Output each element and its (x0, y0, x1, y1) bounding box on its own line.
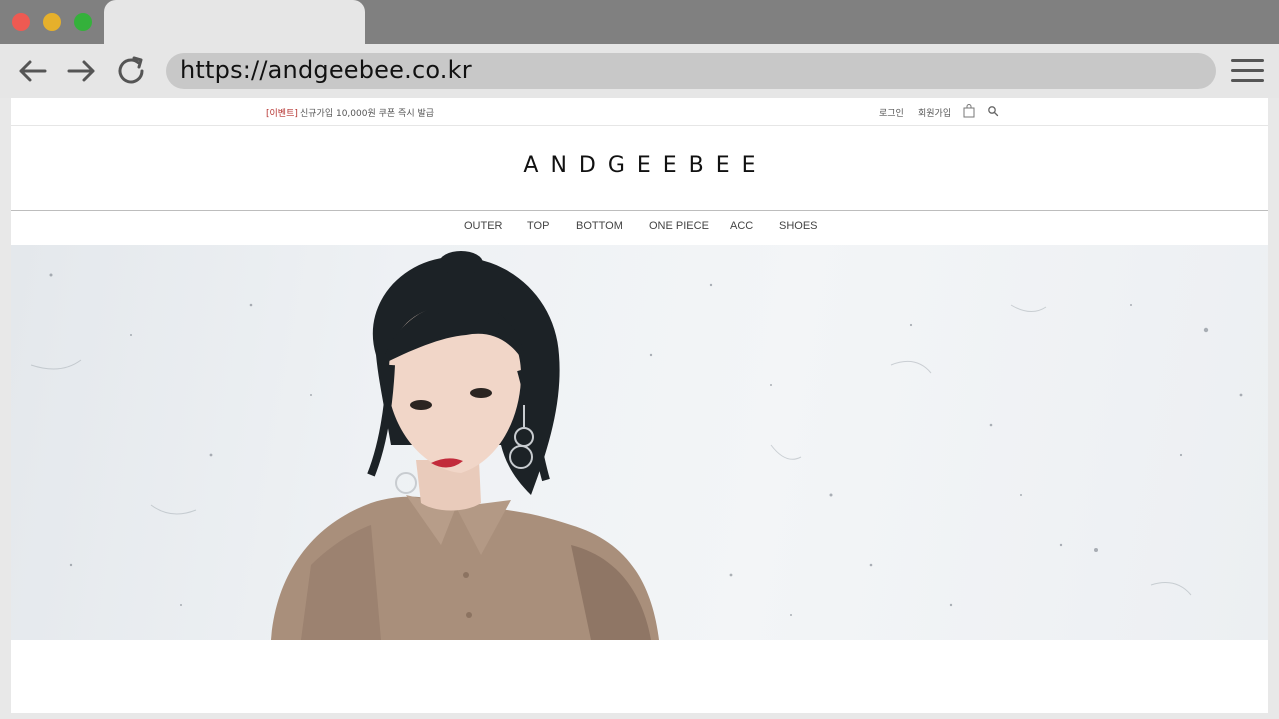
forward-arrow-icon (67, 60, 95, 82)
browser-tab[interactable] (104, 0, 365, 44)
reload-icon (118, 56, 144, 84)
main-navigation: OUTER TOP BOTTOM ONE PIECE ACC SHOES (11, 218, 1268, 240)
browser-menu-button[interactable] (1229, 56, 1265, 86)
event-banner-text[interactable]: 신규가입 10,000원 쿠폰 즉시 발급 (300, 106, 434, 119)
search-icon[interactable] (987, 105, 999, 117)
forward-button[interactable] (64, 54, 100, 88)
hero-banner[interactable] (11, 245, 1268, 640)
event-tag[interactable]: [이벤트] (266, 106, 298, 119)
back-button[interactable] (14, 54, 50, 88)
address-bar[interactable]: https://andgeebee.co.kr (166, 53, 1216, 89)
nav-item-one-piece[interactable]: ONE PIECE (649, 220, 709, 232)
join-link[interactable]: 회원가입 (918, 106, 951, 119)
nav-item-bottom[interactable]: BOTTOM (576, 220, 623, 232)
nav-item-shoes[interactable]: SHOES (779, 220, 818, 232)
hamburger-menu-icon (1231, 59, 1264, 62)
browser-titlebar (0, 0, 1279, 44)
close-window-button[interactable] (12, 13, 30, 31)
nav-item-acc[interactable]: ACC (730, 220, 753, 232)
shopping-bag-icon[interactable] (963, 104, 975, 118)
header-divider (11, 210, 1268, 211)
back-arrow-icon (19, 60, 47, 82)
site-logo[interactable]: ANDGEEBEE (11, 153, 1268, 178)
login-link[interactable]: 로그인 (879, 106, 904, 119)
maximize-window-button[interactable] (74, 13, 92, 31)
hero-model-image (30, 251, 1243, 640)
browser-toolbar: https://andgeebee.co.kr (0, 44, 1279, 98)
top-utility-bar: [이벤트] 신규가입 10,000원 쿠폰 즉시 발급 로그인 회원가입 (11, 98, 1268, 126)
reload-button[interactable] (113, 54, 149, 88)
nav-item-outer[interactable]: OUTER (464, 220, 503, 232)
url-text[interactable]: https://andgeebee.co.kr (180, 56, 472, 84)
minimize-window-button[interactable] (43, 13, 61, 31)
nav-item-top[interactable]: TOP (527, 220, 549, 232)
page-viewport: [이벤트] 신규가입 10,000원 쿠폰 즉시 발급 로그인 회원가입 AND… (11, 98, 1268, 713)
